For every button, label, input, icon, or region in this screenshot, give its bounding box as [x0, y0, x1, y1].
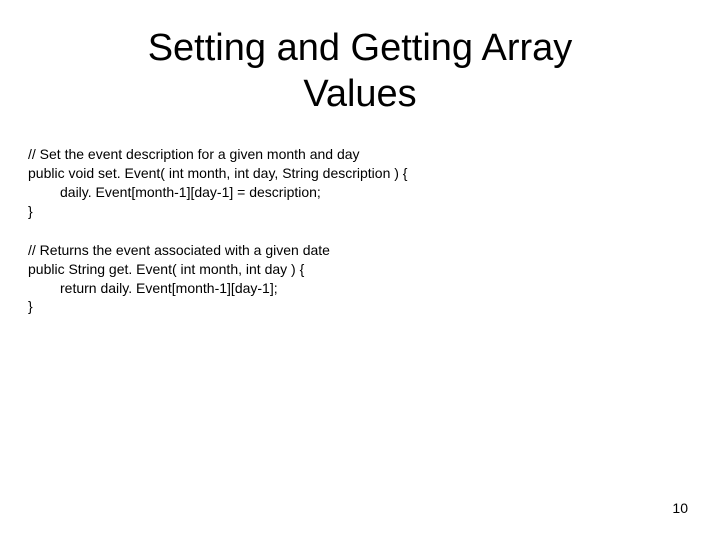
- code-block-set: // Set the event description for a given…: [28, 145, 692, 221]
- page-number: 10: [672, 500, 688, 516]
- slide: Setting and Getting Array Values // Set …: [0, 0, 720, 540]
- code-line: }: [28, 297, 692, 316]
- code-line: public void set. Event( int month, int d…: [28, 164, 692, 183]
- code-line: // Set the event description for a given…: [28, 145, 692, 164]
- code-line: // Returns the event associated with a g…: [28, 241, 692, 260]
- code-line: public String get. Event( int month, int…: [28, 260, 692, 279]
- code-block-get: // Returns the event associated with a g…: [28, 241, 692, 317]
- code-line: daily. Event[month-1][day-1] = descripti…: [28, 183, 692, 202]
- code-line: }: [28, 202, 692, 221]
- slide-title: Setting and Getting Array Values: [88, 26, 632, 117]
- code-line: return daily. Event[month-1][day-1];: [28, 279, 692, 298]
